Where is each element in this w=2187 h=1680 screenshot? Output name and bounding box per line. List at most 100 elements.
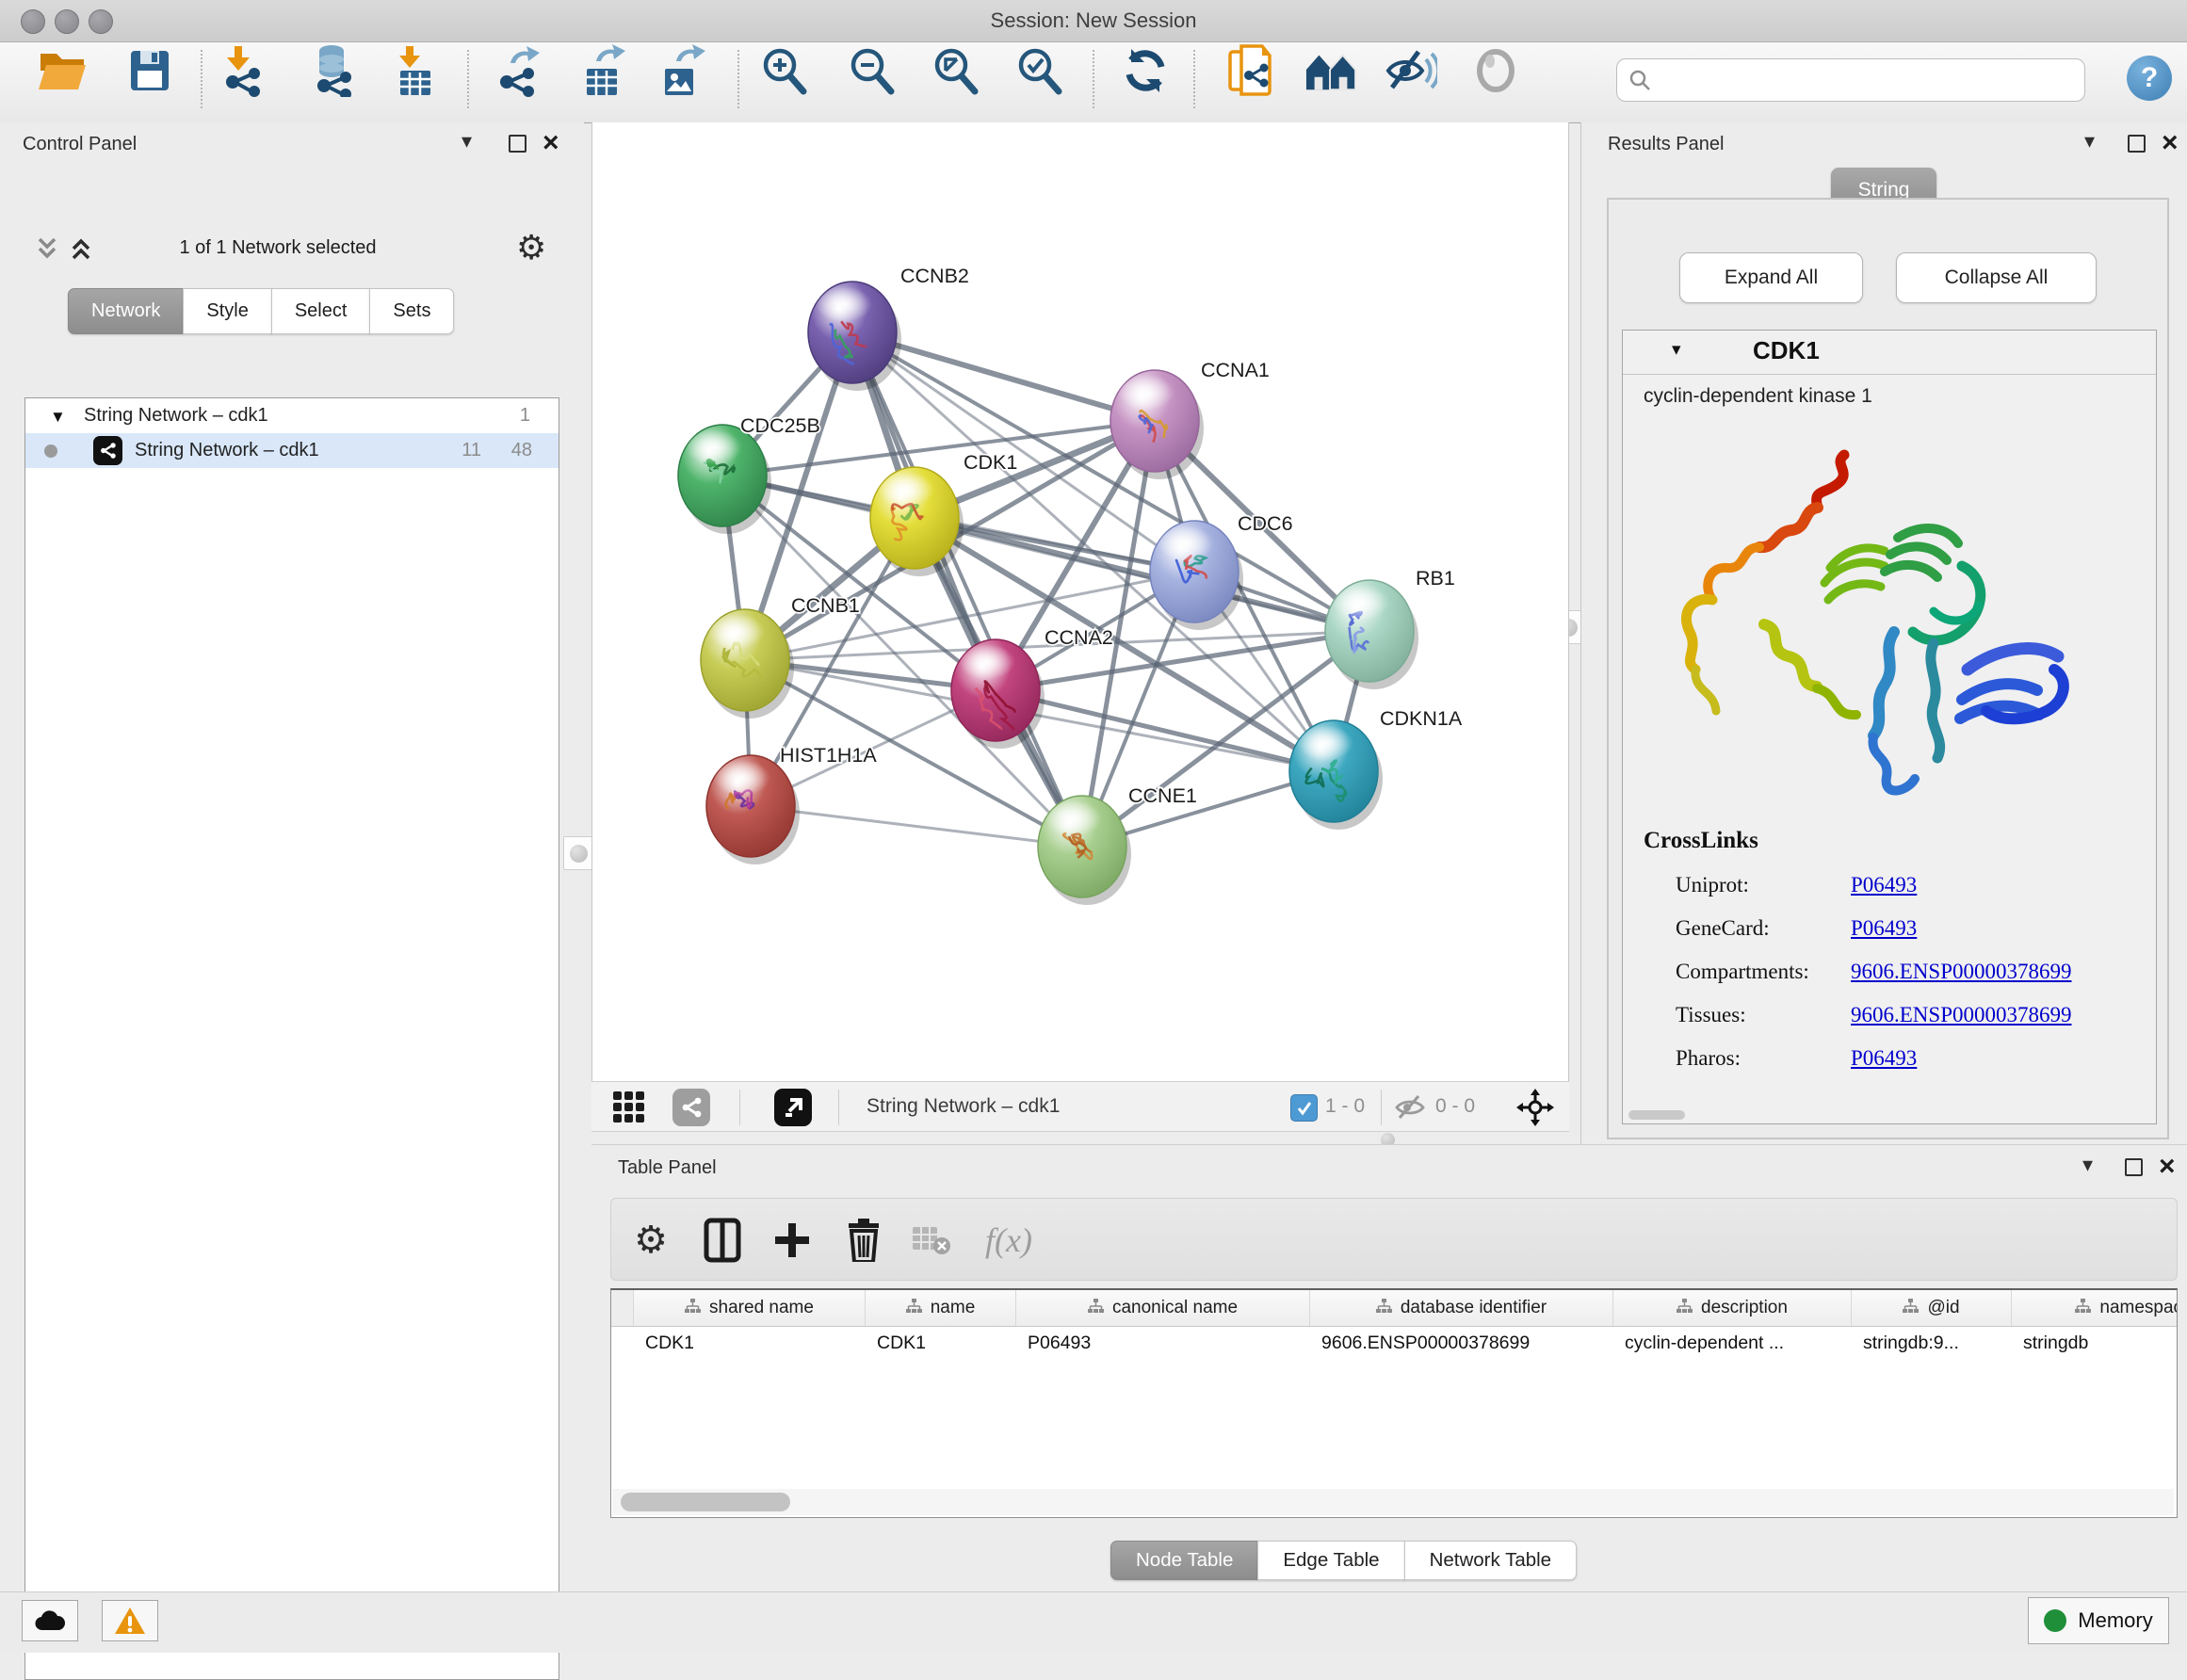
network-node-CDC6[interactable] xyxy=(1150,521,1243,630)
table-hscrollbar[interactable] xyxy=(612,1489,2174,1515)
table-cell[interactable]: 9606.ENSP00000378699 xyxy=(1310,1326,1613,1361)
import-table-file-icon[interactable] xyxy=(389,44,442,97)
network-node-CCNB1[interactable] xyxy=(701,609,794,719)
control-panel-float-icon[interactable] xyxy=(509,135,526,157)
node-table[interactable]: shared namenamecanonical namedatabase id… xyxy=(610,1288,2178,1518)
table-panel-close-icon[interactable]: × xyxy=(2159,1157,2176,1176)
table-cell[interactable]: stringdb xyxy=(2012,1326,2178,1361)
create-column-icon[interactable] xyxy=(766,1214,818,1267)
home-icon[interactable] xyxy=(1304,44,1357,97)
zoom-selected-icon[interactable] xyxy=(1013,44,1066,97)
network-row-selected[interactable]: String Network – cdk1 11 48 xyxy=(25,433,559,468)
tab-network-table[interactable]: Network Table xyxy=(1404,1541,1578,1580)
network-canvas[interactable]: CCNB2CCNA1CDC25BCDK1CDC6RB1CCNB1CCNA2CDK… xyxy=(591,122,1569,1081)
network-node-CCNB2[interactable] xyxy=(808,282,901,391)
table-cell[interactable]: cyclin-dependent ... xyxy=(1613,1326,1852,1361)
import-network-file-icon[interactable] xyxy=(219,44,272,97)
table-hscroll-thumb[interactable] xyxy=(621,1493,790,1511)
open-session-icon[interactable] xyxy=(37,44,89,97)
column-header-@id[interactable]: @id xyxy=(1852,1290,2012,1326)
crosslink-value-link[interactable]: 9606.ENSP00000378699 xyxy=(1851,1003,2072,1027)
table-cell[interactable]: stringdb:9... xyxy=(1852,1326,2012,1361)
tab-node-table[interactable]: Node Table xyxy=(1110,1541,1258,1580)
network-edge-CCNB2-CCNE1[interactable] xyxy=(852,332,1082,847)
crosslink-value-link[interactable]: P06493 xyxy=(1851,873,1917,897)
column-type-icon xyxy=(2075,1298,2091,1318)
expand-all-button[interactable]: Expand All xyxy=(1679,252,1863,303)
network-node-count: 11 xyxy=(462,433,481,468)
warning-status-button[interactable] xyxy=(102,1600,158,1641)
network-node-CDKN1A[interactable] xyxy=(1289,720,1383,830)
gene-header-row[interactable]: ▾ CDK1 xyxy=(1623,331,2156,375)
string-tab-icon[interactable] xyxy=(672,1089,710,1126)
table-cell[interactable]: CDK1 xyxy=(634,1326,866,1361)
tab-select[interactable]: Select xyxy=(271,288,371,334)
cloud-status-button[interactable] xyxy=(22,1600,78,1641)
splitter-handle-left[interactable] xyxy=(563,836,593,870)
tab-network[interactable]: Network xyxy=(68,288,184,334)
search-field[interactable] xyxy=(1659,69,2084,92)
network-edge-HIST1H1A-CCNE1[interactable] xyxy=(751,806,1082,847)
help-button[interactable]: ? xyxy=(2127,56,2172,101)
zoom-fit-icon[interactable] xyxy=(930,44,982,97)
tab-style[interactable]: Style xyxy=(183,288,271,334)
column-header-canonical-name[interactable]: canonical name xyxy=(1016,1290,1310,1326)
zoom-in-icon[interactable] xyxy=(758,44,811,97)
gene-collapse-icon[interactable]: ▾ xyxy=(1672,339,1681,361)
export-image-icon[interactable] xyxy=(656,44,708,97)
table-options-gear-icon[interactable]: ⚙ xyxy=(624,1214,677,1267)
show-columns-icon[interactable] xyxy=(696,1214,749,1267)
column-header-database-identifier[interactable]: database identifier xyxy=(1310,1290,1613,1326)
network-from-selection-icon[interactable] xyxy=(1224,44,1277,97)
refresh-view-icon[interactable] xyxy=(1119,44,1172,97)
control-panel-menu-icon[interactable]: ▾ xyxy=(462,132,472,151)
crosslink-value-link[interactable]: 9606.ENSP00000378699 xyxy=(1851,960,2072,984)
column-header-name[interactable]: name xyxy=(866,1290,1016,1326)
table-panel-float-icon[interactable] xyxy=(2125,1158,2143,1181)
import-network-database-icon[interactable] xyxy=(307,44,360,97)
zoom-out-icon[interactable] xyxy=(846,44,899,97)
show-all-icon[interactable] xyxy=(1469,44,1522,97)
table-panel-menu-icon[interactable]: ▾ xyxy=(2082,1155,2093,1174)
expand-all-tree-icon[interactable] xyxy=(34,235,60,267)
network-node-CCNA1[interactable] xyxy=(1110,370,1204,479)
column-header-namespace[interactable]: namespace xyxy=(2012,1290,2178,1326)
birds-eye-view-icon[interactable] xyxy=(612,1090,646,1129)
results-hscroll-thumb[interactable] xyxy=(1628,1110,1685,1120)
export-table-icon[interactable] xyxy=(577,44,630,97)
detach-view-icon[interactable] xyxy=(774,1089,812,1126)
network-edge-CCNA2-CDKN1A[interactable] xyxy=(996,690,1334,771)
network-node-CCNE1[interactable] xyxy=(1038,796,1131,905)
search-input[interactable] xyxy=(1616,58,2085,102)
pan-crosshair-icon[interactable] xyxy=(1516,1089,1554,1131)
column-header-description[interactable]: description xyxy=(1613,1290,1852,1326)
network-node-HIST1H1A[interactable] xyxy=(706,755,800,864)
export-network-icon[interactable] xyxy=(494,44,546,97)
hide-selected-icon[interactable] xyxy=(1385,44,1437,97)
control-panel-tabs: NetworkStyleSelectSets xyxy=(68,288,454,332)
tab-sets[interactable]: Sets xyxy=(369,288,454,334)
control-panel-close-icon[interactable]: × xyxy=(543,134,559,153)
network-collection-row[interactable]: ▼ String Network – cdk1 1 xyxy=(25,398,559,433)
collapse-all-tree-icon[interactable] xyxy=(68,235,94,267)
network-node-RB1[interactable] xyxy=(1325,580,1418,689)
network-node-CCNA2[interactable] xyxy=(951,639,1045,749)
crosslink-value-link[interactable]: P06493 xyxy=(1851,1046,1917,1071)
network-node-CDK1[interactable] xyxy=(870,467,964,576)
results-panel-float-icon[interactable] xyxy=(2128,135,2146,157)
table-cell[interactable]: CDK1 xyxy=(866,1326,1016,1361)
collapse-all-button[interactable]: Collapse All xyxy=(1896,252,2097,303)
memory-button[interactable]: Memory xyxy=(2028,1597,2169,1644)
collection-collapse-icon[interactable]: ▼ xyxy=(50,399,66,434)
results-panel-close-icon[interactable]: × xyxy=(2162,134,2179,153)
selected-nodes-checkbox-icon[interactable] xyxy=(1290,1094,1318,1122)
network-options-gear-icon[interactable]: ⚙ xyxy=(516,228,546,267)
column-header-shared-name[interactable]: shared name xyxy=(634,1290,866,1326)
network-node-CDC25B[interactable] xyxy=(678,425,771,534)
save-session-icon[interactable] xyxy=(123,44,176,97)
delete-column-icon[interactable] xyxy=(837,1214,890,1267)
results-panel-menu-icon[interactable]: ▾ xyxy=(2084,132,2095,151)
crosslink-value-link[interactable]: P06493 xyxy=(1851,916,1917,941)
table-cell[interactable]: P06493 xyxy=(1016,1326,1310,1361)
tab-edge-table[interactable]: Edge Table xyxy=(1257,1541,1404,1580)
